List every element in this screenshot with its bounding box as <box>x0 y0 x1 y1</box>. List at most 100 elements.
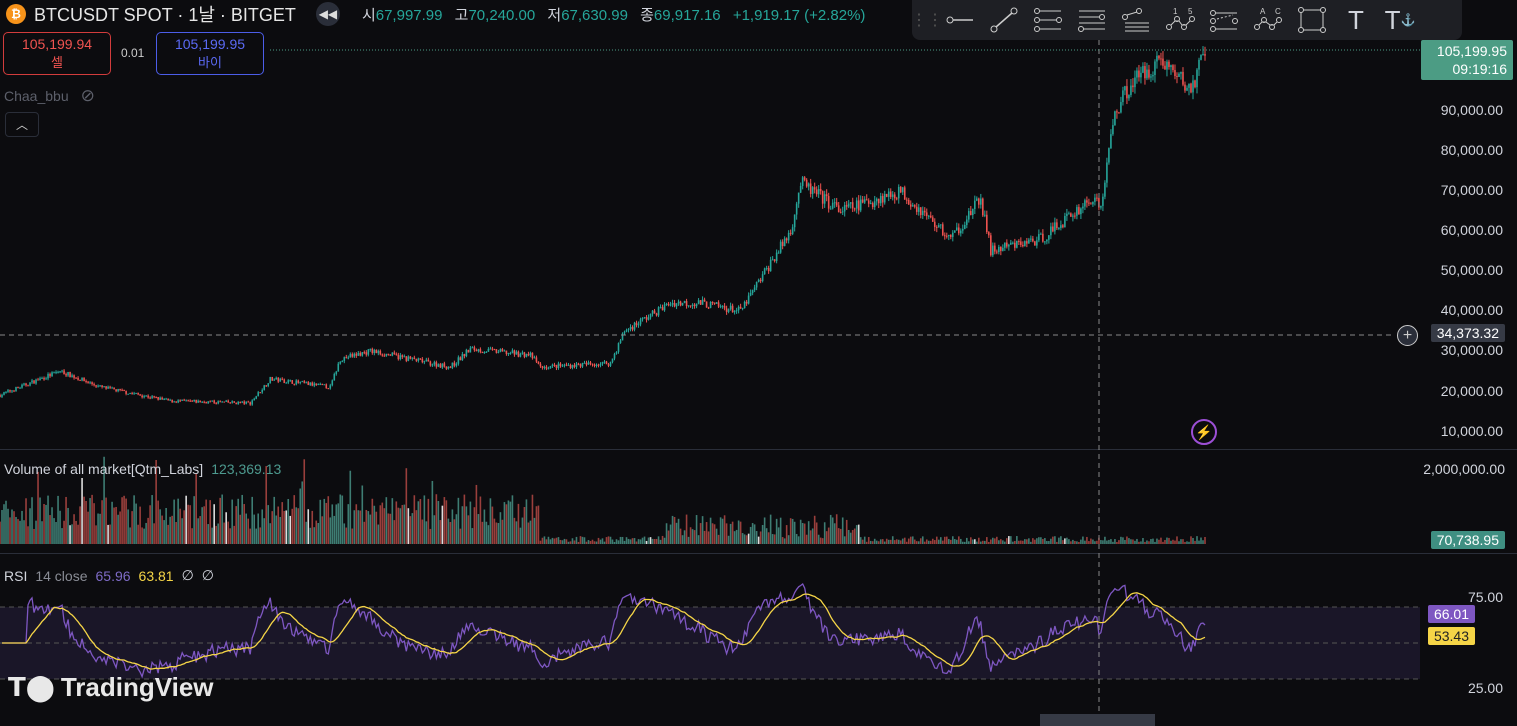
price-tick: 90,000.00 <box>1440 102 1503 118</box>
abcd-pattern-icon[interactable]: AC <box>1250 4 1286 36</box>
candle-body <box>213 400 215 403</box>
volume-bar <box>209 500 211 544</box>
anchored-text-icon[interactable]: T ⚓ <box>1382 4 1418 36</box>
candle-body <box>939 224 942 226</box>
candle-body <box>667 303 670 306</box>
volume-bar <box>539 540 542 544</box>
volume-bar <box>1188 541 1190 544</box>
lightning-event-icon[interactable]: ⚡ <box>1191 419 1217 445</box>
volume-bar <box>231 499 233 544</box>
candle-body <box>601 361 604 364</box>
buy-button[interactable]: 105,199.95 바이 <box>156 32 264 75</box>
collapse-button[interactable]: ︿ <box>5 112 39 137</box>
chart-canvas[interactable] <box>0 0 1517 726</box>
volume-bar <box>733 531 736 544</box>
candle-body <box>541 366 544 368</box>
fib-retracement-icon[interactable] <box>1030 4 1066 36</box>
drag-handle-icon[interactable]: ⋮⋮ <box>911 4 943 36</box>
volume-bar <box>859 537 862 544</box>
volume-bar <box>767 532 770 544</box>
volume-bar <box>465 506 468 544</box>
candle-body <box>47 373 49 379</box>
svg-text:C: C <box>1275 7 1281 16</box>
candle-body <box>1058 227 1060 229</box>
pitchfork-icon[interactable] <box>1206 4 1242 36</box>
candle-body <box>123 389 125 391</box>
volume-bar <box>777 527 780 544</box>
volume-bar <box>81 477 83 544</box>
candle-body <box>577 363 580 365</box>
volume-bar <box>1022 540 1024 544</box>
volume-bar <box>499 512 502 544</box>
candle-body <box>763 268 766 275</box>
candle-body <box>1150 76 1152 78</box>
candle-body <box>1174 70 1176 76</box>
candle-body <box>227 400 229 403</box>
elliott-wave-icon[interactable]: 15 <box>1162 4 1198 36</box>
candle-body <box>1144 66 1146 79</box>
volume-bar <box>1090 538 1092 544</box>
tradingview-logo[interactable]: 𝗧⬤ TradingView <box>8 672 214 703</box>
volume-title[interactable]: Volume of all market[Qtm_Labs] <box>4 461 203 477</box>
candle-body <box>705 301 708 308</box>
candle-body <box>579 364 582 367</box>
candle-body <box>911 205 914 207</box>
horizontal-ray-icon[interactable] <box>942 4 978 36</box>
sell-button[interactable]: 105,199.94 셀 <box>3 32 111 75</box>
volume-bar <box>867 537 870 544</box>
candle-body <box>253 398 256 401</box>
volume-bar <box>557 537 560 544</box>
rectangle-icon[interactable] <box>1294 4 1330 36</box>
volume-bar <box>309 527 312 544</box>
volume-bar <box>583 537 586 544</box>
fib-fan-icon[interactable] <box>1118 4 1154 36</box>
symbol-title[interactable]: BTCUSDT SPOT · 1날 · BITGET <box>34 1 296 27</box>
volume-bar <box>825 531 828 544</box>
candle-body <box>539 363 542 367</box>
volume-bar <box>1082 536 1084 544</box>
volume-bar <box>1036 538 1038 544</box>
volume-bar <box>107 524 109 544</box>
candle-body <box>1004 242 1006 248</box>
candle-body <box>217 401 219 404</box>
candle-body <box>189 400 191 402</box>
volume-bar <box>801 522 804 544</box>
candle-body <box>113 387 115 390</box>
trend-line-icon[interactable] <box>986 4 1022 36</box>
text-icon[interactable]: T <box>1338 4 1374 36</box>
volume-bar <box>9 517 11 544</box>
candle-body <box>331 380 334 386</box>
volume-bar <box>337 503 340 544</box>
candle-body <box>923 210 926 213</box>
parallel-lines-icon[interactable] <box>1074 4 1110 36</box>
add-alert-plus-icon[interactable]: + <box>1397 325 1418 346</box>
candle-body <box>615 351 618 354</box>
candle-body <box>173 401 175 403</box>
volume-bar <box>1142 538 1144 544</box>
volume-bar <box>947 539 950 544</box>
candle-body <box>417 358 420 361</box>
volume-bar <box>957 536 960 544</box>
candle-body <box>1116 111 1118 113</box>
volume-bar <box>145 522 147 544</box>
volume-bar <box>233 525 235 544</box>
eye-off-icon[interactable]: ⊘ <box>81 86 95 106</box>
candle-body <box>319 383 322 385</box>
candle-body <box>933 221 936 227</box>
candle-body <box>984 214 986 216</box>
volume-bar <box>405 468 408 544</box>
volume-bar <box>543 536 546 544</box>
candle-body <box>773 259 776 262</box>
volume-bar <box>827 527 830 544</box>
rsi-title[interactable]: RSI <box>4 568 27 584</box>
volume-bar <box>217 523 219 544</box>
candle-body <box>1188 83 1190 88</box>
volume-bar <box>639 539 642 544</box>
candle-body <box>553 364 556 366</box>
volume-bar <box>1156 538 1158 544</box>
replay-rewind-icon[interactable]: ◀◀ <box>315 2 340 26</box>
candle-body <box>23 383 25 385</box>
candle-body <box>1114 111 1116 126</box>
candle-body <box>1060 225 1062 228</box>
candle-body <box>497 351 500 353</box>
